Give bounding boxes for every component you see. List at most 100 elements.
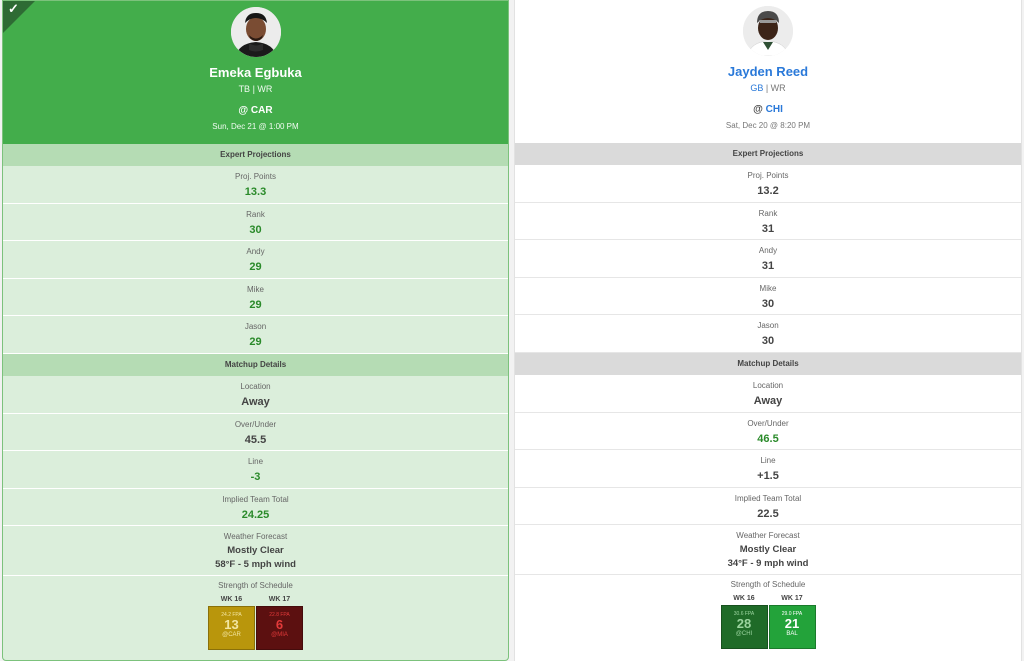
stat-row-rank: Rank 30 — [3, 204, 508, 242]
stat-value: 29 — [249, 261, 262, 274]
stat-row-weather: Weather Forecast Mostly Clear 34°F - 9 m… — [515, 525, 1021, 576]
stat-value: 30 — [761, 335, 775, 348]
game-time: Sat, Dec 20 @ 8:20 PM — [725, 121, 811, 130]
stat-label: Location — [240, 381, 271, 391]
sos-opponent: BAL — [786, 631, 798, 638]
stat-label: Mike — [247, 284, 264, 294]
sos-tile[interactable]: 29.0 FPA 21 BAL — [768, 605, 816, 650]
stat-row-line: Line -3 — [3, 451, 508, 489]
stat-label: Jason — [244, 322, 267, 332]
stat-label: Weather Forecast — [223, 532, 288, 542]
opponent: @ CHI — [515, 104, 1021, 115]
player-header: ✓ Emeka Egbuka TB | WR @ CAR Sun, Dec 21… — [3, 1, 508, 144]
game-time: Sun, Dec 21 @ 1:00 PM — [212, 122, 299, 131]
stat-row-proj-points: Proj. Points 13.2 — [515, 165, 1021, 203]
stat-row-line: Line +1.5 — [515, 450, 1021, 488]
player-headshot-icon — [743, 6, 793, 56]
stat-label: Weather Forecast — [736, 531, 800, 541]
stat-label: Over/Under — [747, 418, 789, 428]
stat-label: Location — [752, 380, 784, 390]
player-header: Jayden Reed GB | WR @ CHI Sat, Dec 20 @ … — [515, 0, 1021, 143]
section-expert-projections: Expert Projections — [515, 143, 1021, 165]
stat-label: Line — [760, 456, 776, 466]
stat-row-location: Location Away — [515, 375, 1021, 413]
player-name[interactable]: Jayden Reed — [515, 64, 1021, 79]
strength-of-schedule: Strength of Schedule WK 16 30.6 FPA 28 @… — [515, 575, 1021, 661]
sos-tile[interactable]: 22.8 FPA 6 @MIA — [256, 606, 303, 651]
stat-label: Andy — [758, 246, 778, 256]
stat-row-location: Location Away — [3, 376, 508, 414]
player-avatar — [230, 7, 281, 57]
sos-week-label: WK 16 — [733, 595, 755, 603]
stat-label: Implied Team Total — [734, 493, 802, 503]
stat-label: Andy — [246, 247, 265, 257]
stat-value: 30 — [761, 297, 775, 310]
stat-value: 13.3 — [244, 186, 267, 198]
stat-value: 24.25 — [241, 508, 270, 521]
sos-week-label: WK 17 — [268, 596, 291, 604]
stat-value: 29 — [249, 336, 262, 349]
weather-detail: 58°F - 5 mph wind — [215, 559, 296, 571]
stat-row-weather: Weather Forecast Mostly Clear 58°F - 5 m… — [3, 526, 508, 577]
sos-week: WK 17 29.0 FPA 21 BAL — [768, 593, 816, 650]
stat-value: 46.5 — [757, 432, 779, 445]
team-position: GB | WR — [750, 83, 786, 93]
weather-summary: Mostly Clear — [739, 544, 797, 556]
stat-value: -3 — [250, 471, 261, 484]
stat-label: Strength of Schedule — [218, 581, 293, 591]
section-matchup-details: Matchup Details — [3, 353, 508, 376]
stat-row-mike: Mike 30 — [515, 278, 1021, 316]
position: WR — [257, 84, 273, 94]
team-position: TB | WR — [238, 84, 273, 94]
sos-opponent: @CAR — [222, 632, 241, 639]
sos-week: WK 17 22.8 FPA 6 @MIA — [256, 594, 303, 651]
stat-value: 22.5 — [757, 507, 779, 520]
sos-rank: 21 — [784, 616, 800, 632]
strength-of-schedule: Strength of Schedule WK 16 24.2 FPA 13 @… — [3, 576, 508, 660]
position: WR — [770, 83, 786, 93]
opponent: @ CAR — [238, 105, 273, 116]
stat-row-proj-points: Proj. Points 13.3 — [3, 166, 508, 204]
player-card-right[interactable]: Jayden Reed GB | WR @ CHI Sat, Dec 20 @ … — [514, 0, 1022, 661]
sos-week-label: WK 17 — [781, 595, 803, 603]
stat-label: Strength of Schedule — [730, 580, 806, 590]
opponent-prefix: @ — [753, 104, 766, 115]
stat-value: 30 — [249, 223, 262, 236]
stat-label: Over/Under — [234, 419, 277, 429]
stat-label: Mike — [759, 283, 777, 293]
sos-tile[interactable]: 24.2 FPA 13 @CAR — [208, 606, 255, 651]
stat-label: Rank — [246, 209, 265, 219]
stat-label: Proj. Points — [747, 171, 789, 180]
player-name[interactable]: Emeka Egbuka — [3, 65, 508, 80]
stat-value: 29 — [249, 298, 262, 311]
stat-label: Implied Team Total — [222, 494, 289, 504]
stat-row-jason: Jason 29 — [3, 316, 508, 354]
stat-row-andy: Andy 29 — [3, 241, 508, 279]
stat-label: Line — [247, 457, 264, 467]
weather-detail: 34°F - 9 mph wind — [727, 558, 809, 570]
player-avatar — [743, 6, 793, 56]
stat-value: 13.2 — [757, 185, 779, 197]
stat-label: Rank — [758, 208, 778, 218]
stat-label: Proj. Points — [235, 172, 276, 181]
stat-value: Away — [241, 395, 270, 408]
sos-rank: 6 — [275, 617, 284, 633]
stat-value: 45.5 — [244, 433, 267, 446]
sos-tile[interactable]: 30.6 FPA 28 @CHI — [720, 605, 768, 650]
player-card-left[interactable]: ✓ Emeka Egbuka TB | WR @ CAR Sun, Dec 21… — [2, 0, 509, 661]
player-comparison: ✓ Emeka Egbuka TB | WR @ CAR Sun, Dec 21… — [0, 0, 1024, 661]
stat-row-implied-total: Implied Team Total 24.25 — [3, 489, 508, 527]
stat-value: 31 — [761, 222, 775, 235]
team-abbr[interactable]: GB — [750, 83, 763, 93]
opponent-team[interactable]: CHI — [766, 104, 783, 115]
sos-rank: 13 — [224, 617, 239, 633]
stat-value: 31 — [761, 260, 775, 273]
sos-week: WK 16 30.6 FPA 28 @CHI — [720, 593, 768, 650]
stat-row-jason: Jason 30 — [515, 315, 1021, 353]
sos-opponent: @MIA — [271, 632, 288, 639]
stat-row-over-under: Over/Under 45.5 — [3, 414, 508, 452]
stat-row-over-under: Over/Under 46.5 — [515, 413, 1021, 451]
sos-rank: 28 — [736, 616, 752, 632]
stat-row-andy: Andy 31 — [515, 240, 1021, 278]
stat-row-rank: Rank 31 — [515, 203, 1021, 241]
